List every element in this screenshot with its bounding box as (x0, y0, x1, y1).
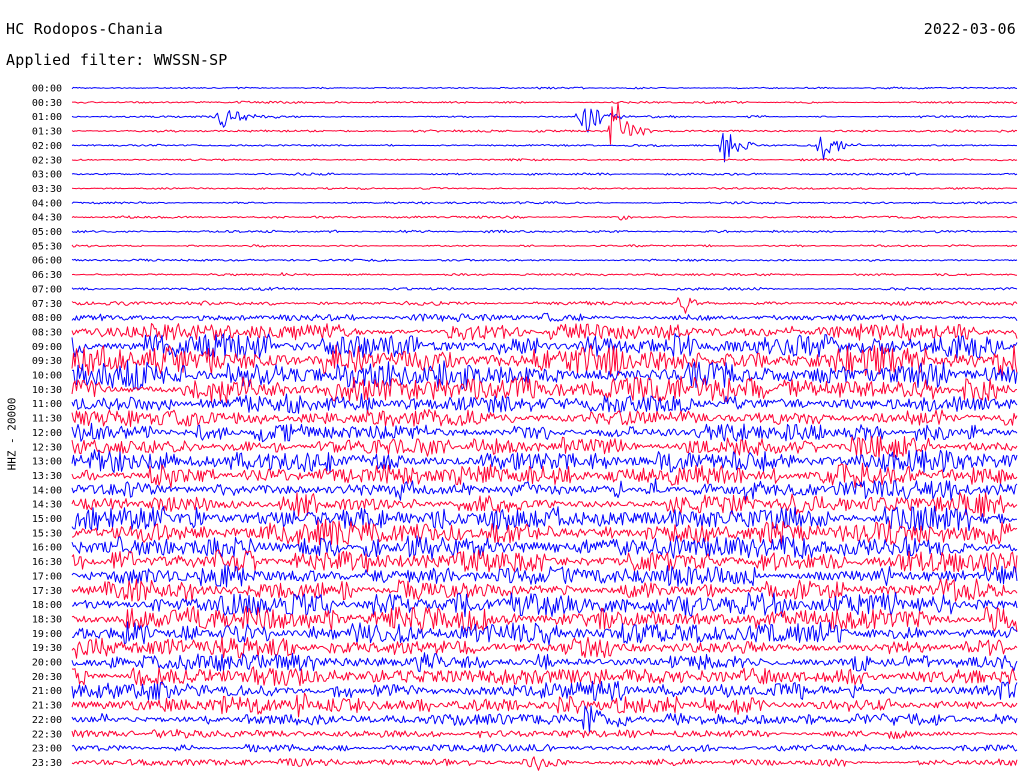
time-tick-label: 06:30 (32, 270, 62, 281)
time-tick-label: 12:00 (32, 428, 62, 439)
trace-row (71, 680, 1018, 701)
time-tick-label: 07:30 (32, 299, 62, 310)
trace-row (71, 393, 1018, 414)
time-tick-label: 16:30 (32, 557, 62, 568)
time-tick-label: 21:30 (32, 701, 62, 712)
time-tick-label: 22:30 (32, 729, 62, 740)
trace-row (71, 244, 1018, 248)
time-tick-label: 20:00 (32, 658, 62, 669)
trace-row (71, 409, 1018, 428)
time-tick-label: 18:30 (32, 614, 62, 625)
time-tick-label: 10:00 (32, 371, 62, 382)
time-tick-label: 17:30 (32, 586, 62, 597)
time-tick-label: 11:00 (32, 399, 62, 410)
seismic-traces (71, 86, 1018, 771)
time-tick-label: 02:00 (32, 141, 62, 152)
trace-row (71, 158, 1018, 162)
trace-row (71, 108, 1018, 133)
time-tick-label: 01:30 (32, 127, 62, 138)
time-tick-label: 04:30 (32, 213, 62, 224)
trace-row (71, 323, 1018, 341)
trace-row (71, 435, 1018, 458)
time-tick-label: 13:00 (32, 457, 62, 468)
trace-row (71, 743, 1018, 753)
time-tick-label: 08:00 (32, 313, 62, 324)
time-tick-label: 16:00 (32, 543, 62, 554)
time-tick-label: 21:00 (32, 686, 62, 697)
trace-row (71, 201, 1018, 205)
time-tick-label: 08:30 (32, 327, 62, 338)
time-tick-label: 12:30 (32, 442, 62, 453)
trace-row (71, 422, 1018, 443)
trace-row (71, 756, 1018, 771)
time-tick-label: 03:30 (32, 184, 62, 195)
time-tick-label: 18:00 (32, 600, 62, 611)
time-tick-label: 17:00 (32, 571, 62, 582)
time-tick-label: 22:00 (32, 715, 62, 726)
trace-row (71, 478, 1018, 501)
time-tick-label: 06:00 (32, 256, 62, 267)
time-tick-label: 14:30 (32, 500, 62, 511)
time-tick-label: 07:00 (32, 284, 62, 295)
trace-row (71, 172, 1018, 176)
trace-row (71, 705, 1018, 734)
time-tick-label: 03:00 (32, 170, 62, 181)
trace-row (71, 592, 1018, 618)
time-tick-label: 10:30 (32, 385, 62, 396)
trace-row (71, 728, 1018, 740)
time-tick-label: 15:30 (32, 528, 62, 539)
trace-row (71, 564, 1018, 588)
trace-row (71, 549, 1018, 573)
time-tick-label: 23:30 (32, 758, 62, 769)
time-tick-label: 05:00 (32, 227, 62, 238)
time-tick-label: 02:30 (32, 155, 62, 166)
helicorder-plot: 00:00 00:30 01:00 01:30 02:00 02:30 03:00 03:30… (32, 84, 1018, 771)
time-axis-labels: 00:00 00:30 01:00 01:30 02:00 02:30 03:00 03:30… (32, 84, 62, 769)
trace-row (71, 375, 1018, 404)
trace-row (72, 100, 1018, 104)
trace-row (71, 286, 1018, 291)
time-tick-label: 05:30 (32, 241, 62, 252)
trace-row (71, 229, 1018, 234)
time-tick-label: 23:00 (32, 744, 62, 755)
trace-row (71, 86, 1018, 90)
trace-row (71, 132, 1017, 163)
trace-row (71, 186, 1017, 190)
trace-row (71, 272, 1018, 277)
time-tick-label: 19:30 (32, 643, 62, 654)
trace-row (71, 215, 1018, 221)
time-tick-label: 00:30 (32, 98, 62, 109)
trace-row (71, 102, 1018, 145)
time-tick-label: 20:30 (32, 672, 62, 683)
time-tick-label: 01:00 (32, 112, 62, 123)
time-tick-label: 19:00 (32, 629, 62, 640)
time-tick-label: 13:30 (32, 471, 62, 482)
time-tick-label: 00:00 (32, 84, 62, 95)
time-tick-label: 04:00 (32, 198, 62, 209)
trace-row (71, 312, 1018, 323)
trace-row (71, 492, 1018, 517)
time-tick-label: 09:00 (32, 342, 62, 353)
trace-row (71, 449, 1018, 474)
trace-row (71, 605, 1018, 633)
time-tick-label: 11:30 (32, 414, 62, 425)
trace-row (71, 297, 1018, 314)
time-tick-label: 09:30 (32, 356, 62, 367)
trace-row (71, 666, 1018, 687)
time-tick-label: 15:00 (32, 514, 62, 525)
trace-row (71, 258, 1018, 262)
time-tick-label: 14:00 (32, 485, 62, 496)
trace-row (71, 652, 1018, 673)
